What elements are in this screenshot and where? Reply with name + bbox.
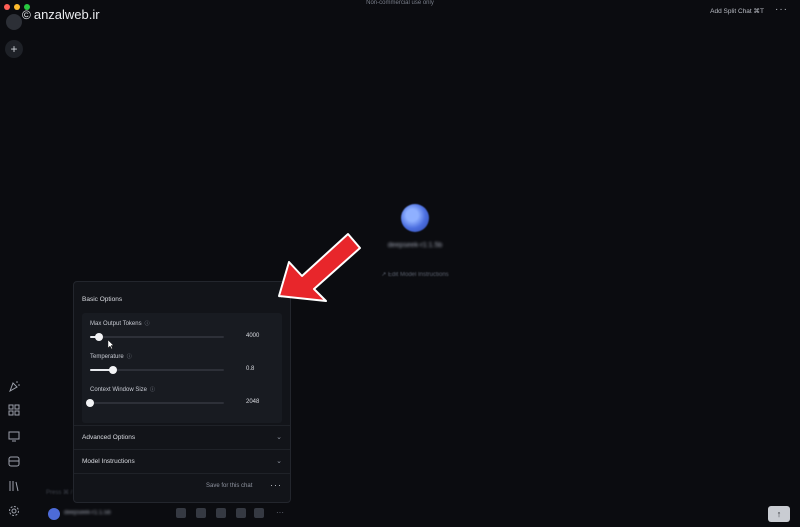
divider bbox=[74, 449, 290, 450]
temperature-value: 0.8 bbox=[246, 366, 255, 372]
option-label: Max Output Tokens bbox=[90, 321, 142, 327]
panel-more-button[interactable]: ··· bbox=[270, 480, 282, 490]
chevron-down-icon[interactable]: ⌄ bbox=[276, 457, 282, 465]
chat-input-toolbar: deepseek-r1:1.5b ··· ↑ bbox=[40, 500, 800, 527]
license-notice: Non-commercial use only bbox=[366, 0, 434, 6]
basic-options-header[interactable]: Basic Options ^ bbox=[74, 290, 290, 312]
model-avatar bbox=[401, 204, 429, 232]
settings-icon[interactable] bbox=[7, 505, 21, 519]
option-label: Context Window Size bbox=[90, 387, 148, 393]
advanced-options-header[interactable]: Advanced Options ⌄ bbox=[74, 428, 290, 450]
web-icon[interactable] bbox=[216, 508, 226, 518]
monitor-icon[interactable] bbox=[7, 430, 21, 444]
library-icon[interactable] bbox=[7, 480, 21, 494]
image-icon[interactable] bbox=[196, 508, 206, 518]
context-window-size-option: Context Window Size ⓘ 2048 bbox=[86, 386, 274, 407]
new-chat-button[interactable]: + bbox=[5, 40, 23, 58]
temperature-slider[interactable] bbox=[90, 366, 224, 374]
chat-options-panel: Basic Options ^ Max Output Tokens ⓘ 4000 … bbox=[73, 281, 291, 503]
input-hint: Press ⌘ / bbox=[46, 490, 73, 496]
watermark-text: anzalweb.ir bbox=[33, 7, 100, 22]
tools-icon[interactable] bbox=[254, 508, 264, 518]
slider-thumb[interactable] bbox=[108, 366, 117, 374]
max-output-tokens-option: Max Output Tokens ⓘ 4000 bbox=[90, 320, 274, 350]
option-label: Temperature bbox=[90, 354, 124, 360]
watermark: © anzalweb.ir bbox=[22, 7, 100, 22]
mouse-cursor-icon bbox=[107, 339, 114, 351]
slider-thumb[interactable] bbox=[86, 399, 94, 407]
slider-thumb[interactable] bbox=[95, 333, 104, 341]
max-output-tokens-slider[interactable] bbox=[90, 333, 224, 341]
info-icon[interactable]: ⓘ bbox=[127, 354, 132, 360]
app-logo-icon[interactable] bbox=[6, 14, 22, 30]
model-selector-icon[interactable] bbox=[48, 508, 60, 520]
red-arrow-annotation bbox=[278, 233, 361, 302]
attach-icon[interactable] bbox=[176, 508, 186, 518]
toolbar-more-button[interactable]: ··· bbox=[276, 508, 286, 518]
title-bar: © anzalweb.ir Non-commercial use only Add… bbox=[0, 0, 800, 22]
folder-icon[interactable] bbox=[7, 455, 21, 469]
temperature-option: Temperature ⓘ 0.8 bbox=[90, 353, 274, 374]
info-icon[interactable]: ⓘ bbox=[145, 321, 150, 327]
basic-options-body: Max Output Tokens ⓘ 4000 Temperature ⓘ 0.8… bbox=[82, 313, 282, 423]
max-output-tokens-value: 4000 bbox=[246, 333, 260, 339]
advanced-options-title: Advanced Options bbox=[82, 434, 136, 441]
context-window-size-slider[interactable] bbox=[86, 399, 224, 407]
sidebar: + bbox=[0, 0, 28, 527]
window-more-button[interactable]: ··· bbox=[775, 4, 788, 15]
add-split-chat-button[interactable]: Add Split Chat ⌘T bbox=[710, 7, 764, 15]
divider bbox=[74, 425, 290, 426]
context-window-size-value: 2048 bbox=[246, 399, 260, 405]
model-instructions-header[interactable]: Model Instructions ⌄ bbox=[74, 452, 290, 474]
basic-options-title: Basic Options bbox=[82, 296, 123, 303]
model-selector-label[interactable]: deepseek-r1:1.5b bbox=[64, 510, 111, 516]
calendar-icon[interactable] bbox=[236, 508, 246, 518]
chevron-down-icon[interactable]: ⌄ bbox=[276, 433, 282, 441]
party-icon[interactable] bbox=[7, 380, 21, 394]
info-icon[interactable]: ⓘ bbox=[150, 387, 155, 393]
save-for-this-chat-button[interactable]: Save for this chat bbox=[206, 483, 252, 489]
divider bbox=[74, 473, 290, 474]
apps-icon[interactable] bbox=[7, 404, 21, 418]
model-instructions-title: Model Instructions bbox=[82, 458, 135, 465]
send-button[interactable]: ↑ bbox=[768, 506, 790, 522]
